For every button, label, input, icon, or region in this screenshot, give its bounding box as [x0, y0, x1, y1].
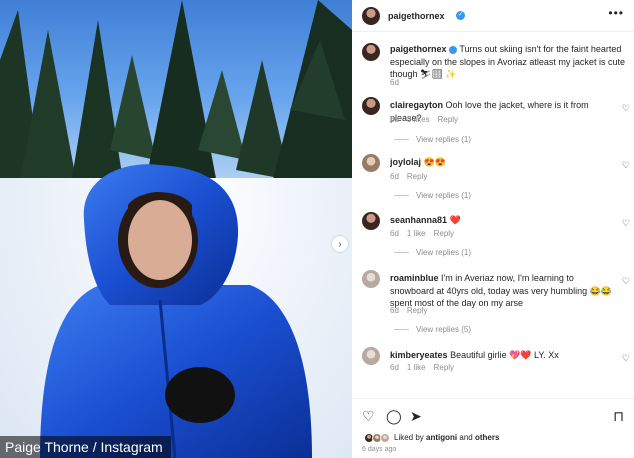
comment-text: joylolaj 😍😍: [390, 157, 446, 167]
comment-meta: 6d Reply: [390, 306, 435, 315]
comment-age: 6d: [390, 229, 399, 238]
view-replies-button[interactable]: View replies (1): [394, 248, 471, 257]
comment-username[interactable]: joylolaj: [390, 157, 421, 167]
commenter-avatar[interactable]: [362, 347, 380, 365]
comment-like-icon[interactable]: ♡: [622, 353, 630, 364]
comment-reply-button[interactable]: Reply: [407, 306, 427, 315]
caption-age: 6d: [390, 78, 399, 87]
post-actions-bar: ♡ ◯ ➤ ⊓ Liked by antigoni and others 6 d…: [352, 398, 634, 458]
comment-meta: 6d Reply: [390, 172, 435, 181]
comment-like-icon[interactable]: ♡: [622, 276, 630, 287]
verified-badge-icon: [449, 45, 458, 54]
liked-by-text[interactable]: Liked by antigoni and others: [394, 433, 499, 442]
comment-like-icon[interactable]: ♡: [622, 218, 630, 229]
comment-meta: 6d 1 like Reply: [390, 229, 462, 238]
commenter-avatar[interactable]: [362, 97, 380, 115]
save-icon[interactable]: ⊓: [613, 408, 624, 425]
comment-text: seanhanna81 ❤️: [390, 215, 461, 225]
liked-by-others[interactable]: others: [475, 433, 499, 442]
comment-icon[interactable]: ◯: [386, 408, 402, 425]
liked-by-user[interactable]: antigoni: [426, 433, 457, 442]
comment-reply-button[interactable]: Reply: [438, 115, 458, 124]
photo-credit: Paige Thorne / Instagram: [0, 436, 171, 458]
comment-age: 6d: [390, 172, 399, 181]
next-photo-button[interactable]: ›: [332, 236, 348, 252]
comment-meta: 6d 1 like Reply: [390, 363, 462, 372]
comment-likes[interactable]: 3 likes: [407, 115, 430, 124]
comment-meta: 6d 3 likes Reply: [390, 115, 466, 124]
comment-text: roaminblue I'm in Averiaz now, I'm learn…: [390, 273, 613, 308]
comment-text: kimberyeates Beautiful girlie 💖❤️ LY. Xx: [390, 350, 559, 360]
person-in-blue-jacket: [40, 164, 312, 458]
post-caption: paigethornex Turns out skiing isn't for …: [390, 43, 630, 81]
comment-username[interactable]: clairegayton: [390, 100, 443, 110]
comment-reply-button[interactable]: Reply: [434, 229, 454, 238]
comment-age: 6d: [390, 363, 399, 372]
view-replies-button[interactable]: View replies (1): [394, 135, 471, 144]
post-timestamp: 6 days ago: [362, 446, 397, 453]
comment-likes[interactable]: 1 like: [407, 363, 426, 372]
caption-author-avatar[interactable]: [362, 43, 380, 61]
commenter-avatar[interactable]: [362, 270, 380, 288]
comment-like-icon[interactable]: ♡: [622, 103, 630, 114]
caption-username[interactable]: paigethornex: [390, 44, 447, 54]
post-side-panel: paigethornex ✓ ••• paigethornex Turns ou…: [352, 0, 634, 458]
commenter-avatar[interactable]: [362, 154, 380, 172]
share-icon[interactable]: ➤: [410, 408, 422, 425]
comment-username[interactable]: seanhanna81: [390, 215, 447, 225]
comment-likes[interactable]: 1 like: [407, 229, 426, 238]
post-photo[interactable]: › Paige Thorne / Instagram: [0, 0, 352, 458]
comment-username[interactable]: roaminblue: [390, 273, 439, 283]
comment-reply-button[interactable]: Reply: [407, 172, 427, 181]
post-header: paigethornex ✓ •••: [352, 0, 634, 32]
comment-reply-button[interactable]: Reply: [434, 363, 454, 372]
comment-age: 6d: [390, 306, 399, 315]
view-replies-button[interactable]: View replies (5): [394, 325, 471, 334]
liker-avatar: [380, 433, 390, 443]
like-icon[interactable]: ♡: [362, 408, 375, 425]
comment-like-icon[interactable]: ♡: [622, 160, 630, 171]
commenter-avatar[interactable]: [362, 212, 380, 230]
verified-badge-icon: ✓: [456, 11, 465, 20]
more-options-icon[interactable]: •••: [608, 6, 624, 20]
liker-avatars[interactable]: [364, 433, 394, 443]
caption-emoji: ⛷🏻 ✨: [420, 69, 457, 79]
comment-age: 6d: [390, 115, 399, 124]
author-avatar[interactable]: [362, 7, 380, 25]
view-replies-button[interactable]: View replies (1): [394, 191, 471, 200]
comment-username[interactable]: kimberyeates: [390, 350, 448, 360]
author-username[interactable]: paigethornex: [388, 11, 445, 21]
